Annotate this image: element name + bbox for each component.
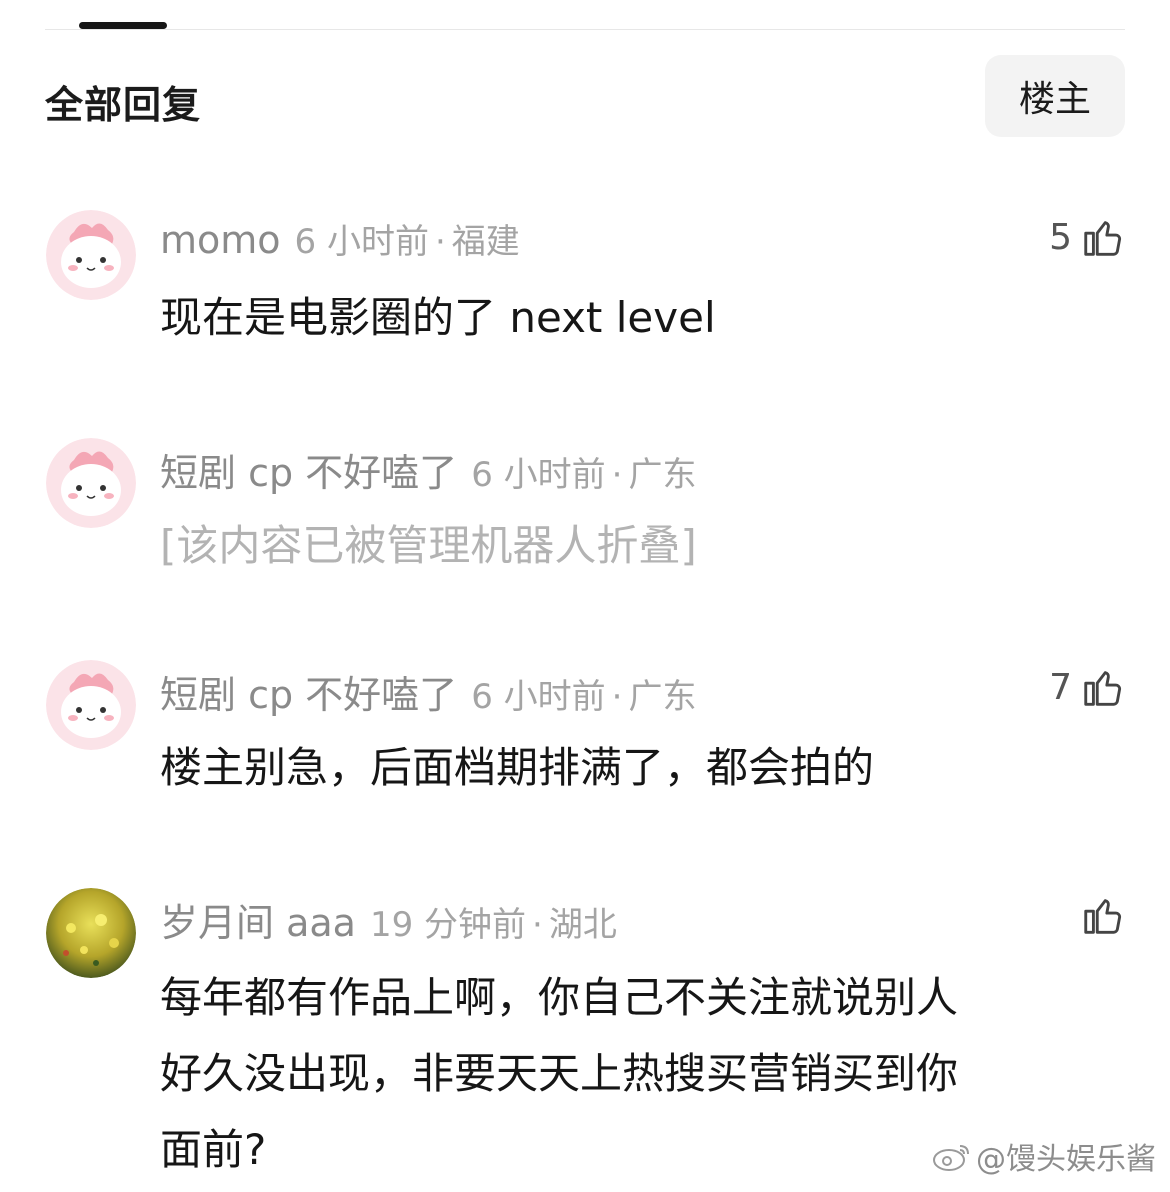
meta-separator: · xyxy=(434,222,446,262)
section-title: 全部回复 xyxy=(45,83,202,127)
location: 广东 xyxy=(628,455,697,495)
comment-line: 每年都有作品上啊，你自己不关注就说别人 xyxy=(160,973,959,1022)
comment-text: 每年都有作品上啊，你自己不关注就说别人 好久没出现，非要天天上热搜买营销买到你 … xyxy=(160,960,958,1188)
pink-mascot-avatar-icon xyxy=(46,210,136,300)
location: 广东 xyxy=(628,677,697,717)
username[interactable]: momo xyxy=(160,218,281,262)
watermark: @馒头娱乐酱 xyxy=(932,1134,1156,1178)
op-only-filter-button[interactable]: 楼主 xyxy=(985,55,1125,137)
folded-comment-notice[interactable]: [该内容已被管理机器人折叠] xyxy=(160,510,697,582)
thumbs-up-icon xyxy=(1084,221,1122,256)
weibo-icon xyxy=(933,1145,969,1171)
meta-separator: · xyxy=(611,677,623,717)
like-button[interactable] xyxy=(1080,888,1126,942)
comment-text: 现在是电影圈的了 next level xyxy=(160,293,716,342)
yellow-flower-field-avatar-icon xyxy=(46,888,136,978)
watermark-text: @馒头娱乐酱 xyxy=(976,1142,1156,1177)
location: 湖北 xyxy=(548,905,617,945)
comment-text: 楼主别急，后面档期排满了，都会拍的 xyxy=(160,743,875,792)
top-divider xyxy=(45,29,1125,30)
comment-meta: 短剧 cp 不好嗑了 6 小时前 · 广东 xyxy=(160,442,696,497)
username[interactable]: 短剧 cp 不好嗑了 xyxy=(160,673,457,717)
comment-line: 好久没出现，非要天天上热搜买营销买到你 xyxy=(160,1049,959,1098)
comment-meta: 短剧 cp 不好嗑了 6 小时前 · 广东 xyxy=(160,664,696,719)
timestamp: 6 小时前 xyxy=(471,677,606,717)
pink-mascot-avatar-icon xyxy=(46,660,136,750)
like-count: 5 xyxy=(1049,216,1072,258)
meta-separator: · xyxy=(532,905,543,945)
comment-line: 面前? xyxy=(160,1125,267,1174)
location: 福建 xyxy=(451,222,520,262)
like-count: 7 xyxy=(1049,666,1072,708)
username[interactable]: 岁月间 aaa xyxy=(160,901,356,945)
avatar[interactable] xyxy=(46,210,136,300)
timestamp: 19 分钟前 xyxy=(369,905,527,945)
username[interactable]: 短剧 cp 不好嗑了 xyxy=(160,451,457,495)
like-button[interactable]: 7 xyxy=(1049,660,1126,714)
like-button[interactable]: 5 xyxy=(1049,210,1126,264)
meta-separator: · xyxy=(611,455,623,495)
thumbs-up-icon xyxy=(1084,899,1122,934)
comment-meta: 岁月间 aaa 19 分钟前 · 湖北 xyxy=(160,892,617,947)
thumbs-up-icon xyxy=(1084,671,1122,706)
timestamp: 6 小时前 xyxy=(294,222,429,262)
pink-mascot-avatar-icon xyxy=(46,438,136,528)
timestamp: 6 小时前 xyxy=(471,455,606,495)
tab-indicator xyxy=(79,22,167,29)
avatar[interactable] xyxy=(46,438,136,528)
avatar[interactable] xyxy=(46,888,136,978)
avatar[interactable] xyxy=(46,660,136,750)
comment-meta: momo 6 小时前 · 福建 xyxy=(160,214,520,263)
